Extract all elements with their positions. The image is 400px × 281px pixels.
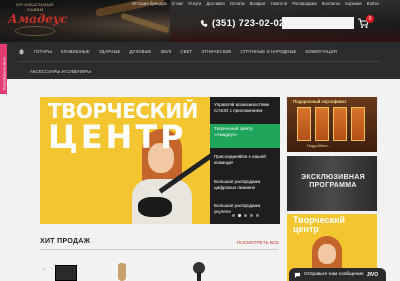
slide-link[interactable]: Управляй возможностями CASIO с приложени… — [210, 100, 280, 116]
chevron-left-icon[interactable]: ‹ — [43, 267, 45, 273]
top-nav-link[interactable]: Распродажа — [292, 1, 316, 6]
slider-dot[interactable] — [250, 214, 253, 217]
chat-bubble-icon — [294, 272, 301, 278]
slider-dots — [232, 214, 259, 217]
slide-link-active[interactable]: Творческий Центр «Амадеус» — [210, 124, 280, 148]
banner-title: Творческий центр — [293, 216, 345, 234]
top-nav-link[interactable]: Оплата — [230, 1, 245, 6]
see-all-link[interactable]: ПОСМОТРЕТЬ ВСЕ — [237, 240, 279, 245]
top-nav-link[interactable]: О нас — [172, 1, 183, 6]
top-nav-link[interactable]: Доставка — [206, 1, 224, 6]
hero-title-line: ЦЕНТР — [48, 118, 187, 156]
top-nav-link-login[interactable]: Войти — [367, 1, 379, 6]
certificate-image — [351, 107, 365, 141]
top-nav-link[interactable]: Услуги — [188, 1, 201, 6]
slider-dot[interactable] — [244, 214, 247, 217]
callback-label: Перезвоните мне! — [1, 57, 7, 91]
banner-title-line: центр — [293, 224, 319, 234]
top-nav: История брендов О нас Услуги Доставка Оп… — [132, 1, 379, 6]
callback-side-tab[interactable]: Перезвоните мне! — [0, 44, 7, 94]
product-image-ukulele[interactable] — [118, 263, 126, 281]
menu-row: ГИТАРЫ КЛАВИШНЫЕ УДАРНЫЕ ДУХОВЫЕ ЗВУК СВ… — [18, 44, 337, 59]
hero-banner[interactable]: ТВОРЧЕСКИЙ ЦЕНТР — [40, 97, 210, 224]
phone-number[interactable]: (351) 723-02-02 — [212, 18, 285, 29]
menu-item-ethnic[interactable]: ЭТНИЧЕСКИЕ — [201, 49, 231, 54]
certificate-image — [297, 107, 311, 141]
product-image-amplifier[interactable] — [55, 265, 77, 281]
phone-block[interactable]: (351) 723-02-02 — [200, 18, 285, 29]
menu-item-winds[interactable]: ДУХОВЫЕ — [129, 49, 151, 54]
banner-title: Подарочный сертификат — [293, 99, 347, 104]
certificate-image — [333, 107, 347, 141]
home-icon[interactable] — [18, 48, 25, 55]
menu-item-drums[interactable]: УДАРНЫЕ — [99, 49, 121, 54]
gift-certificate-banner[interactable]: Подарочный сертификат Подробнее... — [287, 97, 377, 152]
menu-item-light[interactable]: СВЕТ — [180, 49, 192, 54]
logo-ornament — [15, 26, 55, 36]
product-image-microphone-handle — [197, 272, 201, 281]
menu-item-cables[interactable]: КОММУТАЦИЯ — [306, 49, 337, 54]
cart-count-badge: 0 — [366, 15, 374, 23]
menu-item-strings-folk[interactable]: СТРУННЫЕ И НАРОДНЫЕ — [241, 49, 297, 54]
top-nav-link[interactable]: Контакты — [322, 1, 341, 6]
top-nav-link[interactable]: Новости — [271, 1, 288, 6]
chat-label: Отправьте нам сообщение — [304, 272, 364, 277]
main-menu: ГИТАРЫ КЛАВИШНЫЕ УДАРНЫЕ ДУХОВЫЕ ЗВУК СВ… — [0, 42, 400, 79]
hero-slide-list: Управляй возможностями CASIO с приложени… — [210, 97, 280, 224]
banner-title: ЭКСКЛЮЗИВНАЯ ПРОГРАММА — [301, 174, 365, 189]
top-nav-link[interactable]: Корзина — [345, 1, 361, 6]
banner-more-link[interactable]: Подробнее... — [307, 143, 331, 148]
slider-dot[interactable] — [232, 214, 235, 217]
chat-widget[interactable]: Отправьте нам сообщение JIVO — [289, 268, 386, 281]
top-nav-link[interactable]: История брендов — [132, 1, 167, 6]
slide-link[interactable]: Присоединяйся к нашей команде! — [210, 152, 280, 168]
slider-dot-active[interactable] — [238, 214, 241, 217]
top-nav-link[interactable]: Возврат — [250, 1, 266, 6]
site-header: МУЗЫКАЛЬНЫЕ ЛАВКИ Амадеус История брендо… — [0, 0, 400, 42]
slide-link[interactable]: Большая распродажа цифровых пианино — [210, 177, 280, 193]
menu-row: АКСЕССУАРЫ И СУВЕНИРЫ — [30, 64, 91, 78]
site-logo[interactable]: МУЗЫКАЛЬНЫЕ ЛАВКИ Амадеус — [8, 2, 68, 38]
menu-divider — [18, 61, 380, 62]
hero-guitar-body — [138, 197, 172, 217]
search-block — [282, 17, 369, 29]
certificate-image — [315, 107, 329, 141]
menu-item-guitars[interactable]: ГИТАРЫ — [34, 49, 52, 54]
banner-person-face — [318, 244, 336, 264]
logo-title: Амадеус — [8, 12, 68, 26]
chat-brand: JIVO — [366, 271, 379, 278]
hits-section-title: ХИТ ПРОДАЖ — [40, 238, 91, 245]
slider-dot[interactable] — [256, 214, 259, 217]
hero-title: ТВОРЧЕСКИЙ ЦЕНТР — [48, 101, 208, 156]
menu-item-keyboards[interactable]: КЛАВИШНЫЕ — [61, 49, 90, 54]
search-input[interactable] — [282, 17, 354, 29]
menu-item-accessories[interactable]: АКСЕССУАРЫ И СУВЕНИРЫ — [30, 69, 91, 74]
section-divider — [40, 249, 278, 250]
phone-icon — [200, 20, 208, 27]
exclusive-program-banner[interactable]: ЭКСКЛЮЗИВНАЯ ПРОГРАММА — [287, 156, 377, 211]
logo-subtitle: МУЗЫКАЛЬНЫЕ ЛАВКИ — [15, 2, 55, 12]
menu-item-sound[interactable]: ЗВУК — [160, 49, 171, 54]
